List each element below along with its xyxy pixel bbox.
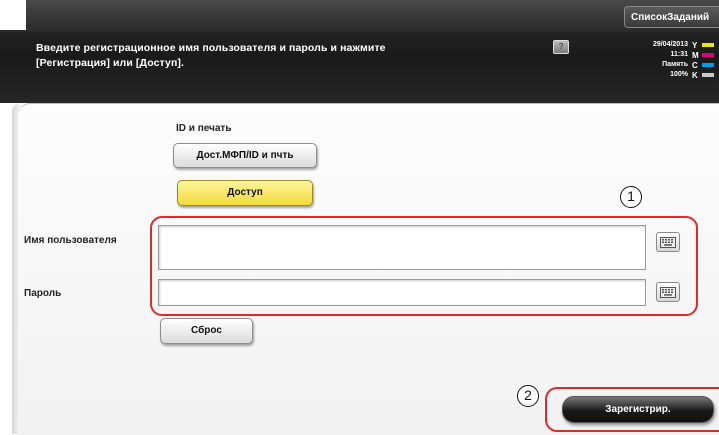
status-readout: 29/04/2013 11:31 Память 100% (618, 40, 688, 80)
instruction-text: Введите регистрационное имя пользователя… (36, 41, 506, 71)
toner-letter: C (692, 60, 698, 70)
username-label: Имя пользователя (24, 235, 117, 246)
toner-row-k: K (692, 70, 719, 80)
toner-row-y: Y (692, 40, 719, 50)
keyboard-icon[interactable] (656, 232, 680, 252)
username-field[interactable] (158, 225, 646, 270)
header-left-gap (0, 0, 26, 30)
password-label: Пароль (24, 288, 62, 299)
status-memory-value: 100% (670, 71, 688, 78)
status-memory-label: Память (662, 61, 688, 68)
header-top-strip (0, 0, 719, 32)
help-icon[interactable]: ? (553, 40, 569, 54)
callout-number-1: 1 (620, 186, 642, 208)
status-date: 29/04/2013 (652, 41, 688, 48)
toner-row-m: M (692, 50, 719, 60)
id-print-button[interactable]: Дост.МФП/ID и пчть (173, 143, 317, 168)
id-print-section-label: ID и печать (176, 123, 232, 134)
toner-bar-black (702, 73, 714, 77)
instruction-line-1: Введите регистрационное имя пользователя… (36, 42, 386, 54)
status-time: 11:31 (670, 51, 688, 58)
toner-letter: K (692, 70, 698, 80)
toner-row-c: C (692, 60, 719, 70)
register-button[interactable]: Зарегистрир. (562, 396, 714, 423)
password-field[interactable] (158, 279, 646, 306)
toner-letter: M (692, 50, 699, 60)
toner-letter: Y (692, 40, 698, 50)
reset-button[interactable]: Сброс (160, 318, 253, 344)
toner-levels: Y M C K (692, 40, 719, 80)
toner-bar-magenta (702, 53, 714, 57)
job-list-button[interactable]: СписокЗаданий (624, 6, 719, 28)
access-button[interactable]: Доступ (177, 180, 313, 206)
toner-bar-cyan (702, 63, 714, 67)
toner-bar-yellow (702, 43, 714, 47)
instruction-line-2: [Регистрация] или [Доступ]. (36, 57, 185, 69)
keyboard-icon[interactable] (656, 282, 680, 302)
callout-number-2: 2 (517, 385, 539, 407)
